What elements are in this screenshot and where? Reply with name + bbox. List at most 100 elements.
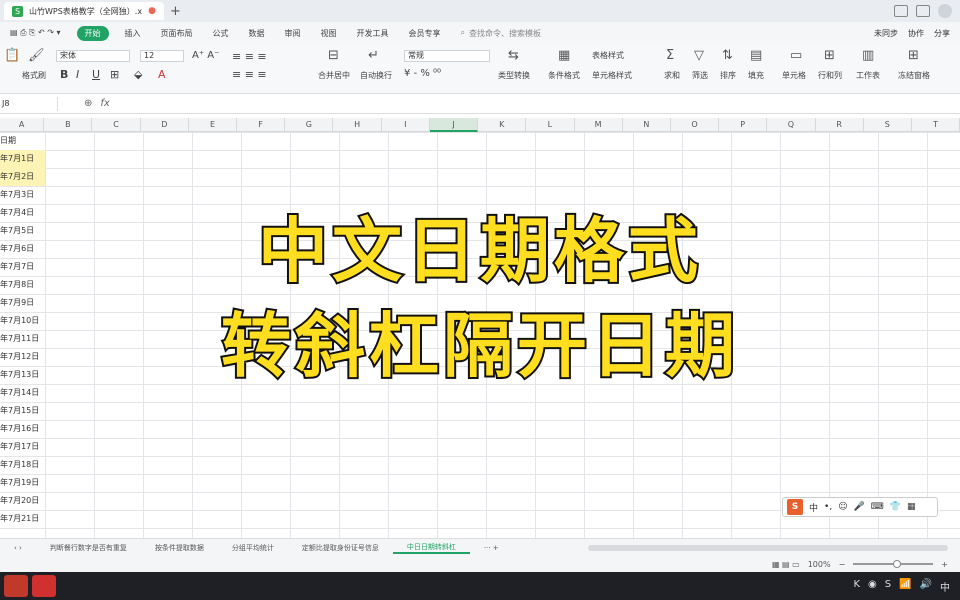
close-tab-icon[interactable]: ●: [148, 6, 156, 16]
format-painter-icon[interactable]: 🖌: [28, 48, 45, 63]
sheet-tab[interactable]: 判断餐行数字是否有重复: [36, 543, 141, 553]
menu-grid-icon[interactable]: ▦: [907, 502, 916, 512]
sheet-tab[interactable]: 定额比提取身份证号信息: [288, 543, 393, 553]
column-header[interactable]: T: [912, 118, 960, 132]
menu-page-layout[interactable]: 页面布局: [151, 28, 203, 39]
sum-icon[interactable]: Σ: [666, 48, 674, 63]
new-tab-button[interactable]: +: [170, 4, 181, 19]
merge-center-icon[interactable]: ⊟: [328, 48, 339, 63]
skin-icon[interactable]: 👕: [890, 502, 901, 512]
menu-data[interactable]: 数据: [239, 28, 275, 39]
row-col-icon[interactable]: ⊞: [824, 48, 835, 63]
network-icon[interactable]: 📶: [899, 579, 911, 594]
wrap-text-icon[interactable]: ↵: [368, 48, 379, 63]
sync-status[interactable]: 未同步: [874, 28, 898, 39]
fx-icon[interactable]: fx: [100, 98, 109, 109]
zoom-in-icon[interactable]: +: [941, 560, 948, 569]
sheet-nav-icon[interactable]: ‹ ›: [0, 544, 36, 552]
tray-icon[interactable]: ◉: [868, 579, 877, 594]
column-header[interactable]: N: [623, 118, 671, 132]
menu-developer[interactable]: 开发工具: [347, 28, 399, 39]
date-cell[interactable]: 年7月18日: [0, 456, 45, 474]
font-color-icon[interactable]: A: [158, 68, 166, 81]
more-sheets-icon[interactable]: ··· +: [470, 544, 513, 552]
menu-review[interactable]: 审阅: [275, 28, 311, 39]
avatar[interactable]: [938, 4, 952, 18]
ime-tray-icon[interactable]: 中: [940, 579, 950, 594]
menu-formulas[interactable]: 公式: [203, 28, 239, 39]
column-header[interactable]: M: [575, 118, 623, 132]
convert-type-icon[interactable]: ⇆: [508, 48, 519, 63]
bold-icon[interactable]: B: [60, 68, 68, 81]
currency-icon[interactable]: ¥ - % ⁰⁰: [404, 68, 441, 79]
sort-icon[interactable]: ⇅: [722, 48, 733, 63]
wps-sheet-app-icon[interactable]: [32, 575, 56, 597]
menu-insert[interactable]: 插入: [115, 28, 151, 39]
date-cell[interactable]: 年7月21日: [0, 510, 45, 528]
column-header[interactable]: B: [44, 118, 93, 132]
cell-icon[interactable]: ▭: [790, 48, 802, 63]
ime-toolbar[interactable]: S 中 •, ☺ 🎤 ⌨ 👕 ▦: [782, 497, 938, 517]
column-header[interactable]: F: [237, 118, 286, 132]
font-grow-icon[interactable]: A⁺ A⁻: [192, 50, 219, 61]
column-header[interactable]: L: [526, 118, 575, 132]
menu-home[interactable]: 开始: [76, 25, 109, 41]
horizontal-scrollbar[interactable]: [588, 544, 948, 551]
column-header-selected[interactable]: J: [429, 118, 479, 132]
sheet-tab[interactable]: 分组平均统计: [218, 543, 288, 553]
date-cell[interactable]: 年7月1日: [0, 150, 45, 168]
freeze-panes-icon[interactable]: ⊞: [908, 48, 919, 63]
column-header[interactable]: Q: [767, 118, 816, 132]
zoom-out-icon[interactable]: −: [839, 560, 846, 569]
microphone-icon[interactable]: 🎤: [854, 502, 865, 512]
menu-view[interactable]: 视图: [311, 28, 347, 39]
column-header[interactable]: E: [189, 118, 238, 132]
cell-style-label[interactable]: 单元格样式: [592, 70, 632, 81]
worksheet-icon[interactable]: ▥: [862, 48, 874, 63]
column-header[interactable]: R: [816, 118, 864, 132]
sheet-tab[interactable]: 按条件提取数据: [141, 543, 218, 553]
tray-icon[interactable]: K: [853, 579, 860, 594]
fill-color-icon[interactable]: ⬙: [134, 68, 142, 81]
border-icon[interactable]: ⊞: [110, 68, 119, 81]
column-header[interactable]: K: [478, 118, 527, 132]
column-header[interactable]: G: [285, 118, 334, 132]
punctuation-icon[interactable]: •,: [824, 502, 832, 512]
date-cell[interactable]: 年7月20日: [0, 492, 45, 510]
name-box[interactable]: J8: [0, 96, 58, 111]
underline-icon[interactable]: U: [92, 68, 100, 81]
column-header[interactable]: D: [141, 118, 189, 132]
keyboard-icon[interactable]: ⌨: [871, 502, 884, 512]
collaborate-button[interactable]: 协作: [908, 28, 924, 39]
font-name-select[interactable]: 宋体: [56, 50, 130, 62]
date-cell[interactable]: 年7月2日: [0, 168, 45, 186]
date-cell[interactable]: 年7月15日: [0, 402, 45, 420]
column-header[interactable]: S: [864, 118, 912, 132]
column-header[interactable]: P: [719, 118, 768, 132]
quick-access-toolbar[interactable]: ▤ ⎙ ⎘ ↶ ↷ ▾: [0, 28, 71, 38]
zoom-slider[interactable]: [853, 560, 934, 568]
tray-icon[interactable]: S: [885, 579, 891, 594]
align-left-icon[interactable]: ≡ ≡ ≡: [232, 68, 267, 81]
table-style-label[interactable]: 表格样式: [592, 50, 624, 61]
window-restore-icon[interactable]: [916, 5, 930, 17]
command-search[interactable]: ⌕ 查找命令、搜索模板: [461, 28, 541, 39]
column-header[interactable]: A: [0, 118, 45, 132]
column-header[interactable]: O: [671, 118, 720, 132]
filter-icon[interactable]: ▽: [694, 48, 704, 63]
date-cell[interactable]: 年7月16日: [0, 420, 45, 438]
share-button[interactable]: 分享: [934, 28, 950, 39]
conditional-format-icon[interactable]: ▦: [558, 48, 570, 63]
column-header[interactable]: H: [333, 118, 382, 132]
wps-app-icon[interactable]: [4, 575, 28, 597]
column-header[interactable]: C: [92, 118, 141, 132]
number-format-select[interactable]: 常规: [404, 50, 490, 62]
fill-icon[interactable]: ▤: [750, 48, 762, 63]
zoom-slider-knob[interactable]: [893, 560, 902, 568]
zoom-level[interactable]: 100%: [808, 560, 831, 569]
window-layout-icon[interactable]: [894, 5, 908, 17]
zoom-icon[interactable]: ⊕: [84, 98, 92, 109]
menu-member[interactable]: 会员专享: [399, 28, 451, 39]
paste-icon[interactable]: 📋: [4, 48, 20, 63]
align-top-icon[interactable]: ≡ ≡ ≡: [232, 50, 267, 63]
